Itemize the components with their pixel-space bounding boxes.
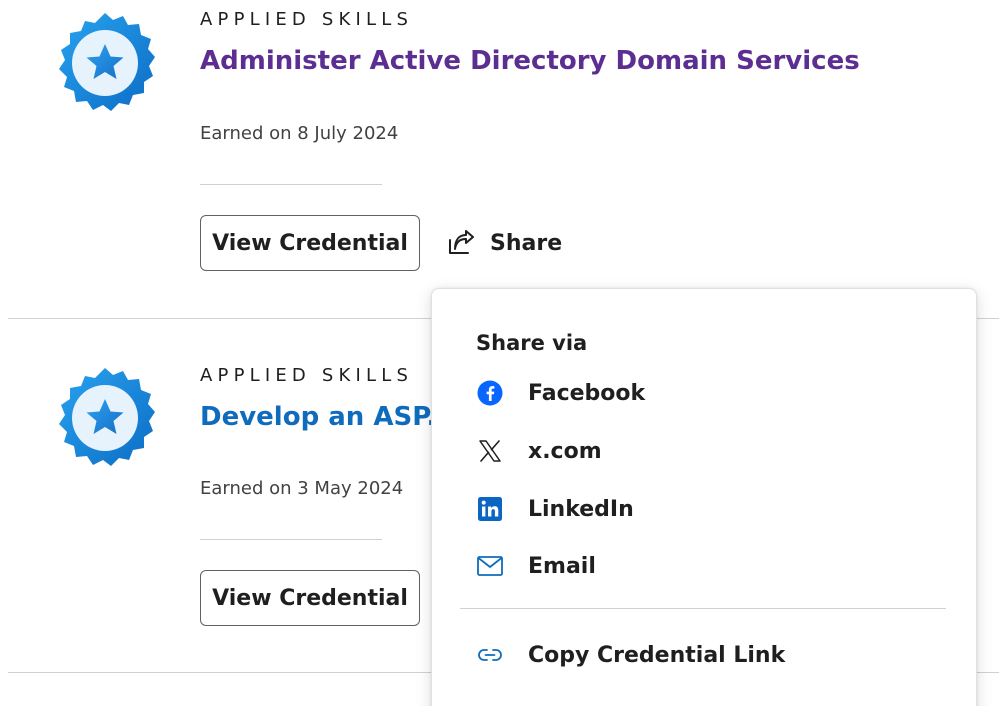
share-menu: Share via Facebook x.com LinkedIn Email … xyxy=(431,288,977,706)
x-label: x.com xyxy=(528,438,602,464)
badge-star-icon xyxy=(59,13,155,111)
separator xyxy=(200,539,382,540)
credential-card: APPLIED SKILLS Administer Active Directo… xyxy=(0,0,999,318)
share-facebook-item[interactable]: Facebook xyxy=(476,373,645,413)
email-label: Email xyxy=(528,553,596,579)
mail-icon xyxy=(476,552,504,580)
x-icon xyxy=(476,437,504,465)
share-button[interactable]: Share xyxy=(446,223,562,263)
linkedin-label: LinkedIn xyxy=(528,496,634,522)
separator xyxy=(200,184,382,185)
share-email-item[interactable]: Email xyxy=(476,546,596,586)
copy-credential-link-item[interactable]: Copy Credential Link xyxy=(476,635,785,675)
credential-category: APPLIED SKILLS xyxy=(200,365,414,386)
view-credential-button[interactable]: View Credential xyxy=(200,570,420,626)
credential-title-link[interactable]: Develop an ASP.N xyxy=(200,402,458,432)
share-x-item[interactable]: x.com xyxy=(476,431,602,471)
credentials-page: APPLIED SKILLS Administer Active Directo… xyxy=(0,0,999,706)
facebook-icon xyxy=(476,379,504,407)
credential-title-link[interactable]: Administer Active Directory Domain Servi… xyxy=(200,46,860,76)
earned-date: Earned on 3 May 2024 xyxy=(200,478,404,499)
credential-category: APPLIED SKILLS xyxy=(200,9,414,30)
share-linkedin-item[interactable]: LinkedIn xyxy=(476,489,634,529)
facebook-label: Facebook xyxy=(528,380,646,406)
menu-divider xyxy=(460,608,946,609)
share-label: Share xyxy=(490,230,563,256)
share-icon xyxy=(449,230,474,254)
share-menu-heading: Share via xyxy=(476,331,588,355)
earned-date: Earned on 8 July 2024 xyxy=(200,123,399,144)
link-icon xyxy=(476,641,504,669)
copy-link-label: Copy Credential Link xyxy=(528,642,786,668)
view-credential-button[interactable]: View Credential xyxy=(200,215,420,271)
badge-star-icon xyxy=(59,368,155,466)
linkedin-icon xyxy=(476,495,504,523)
